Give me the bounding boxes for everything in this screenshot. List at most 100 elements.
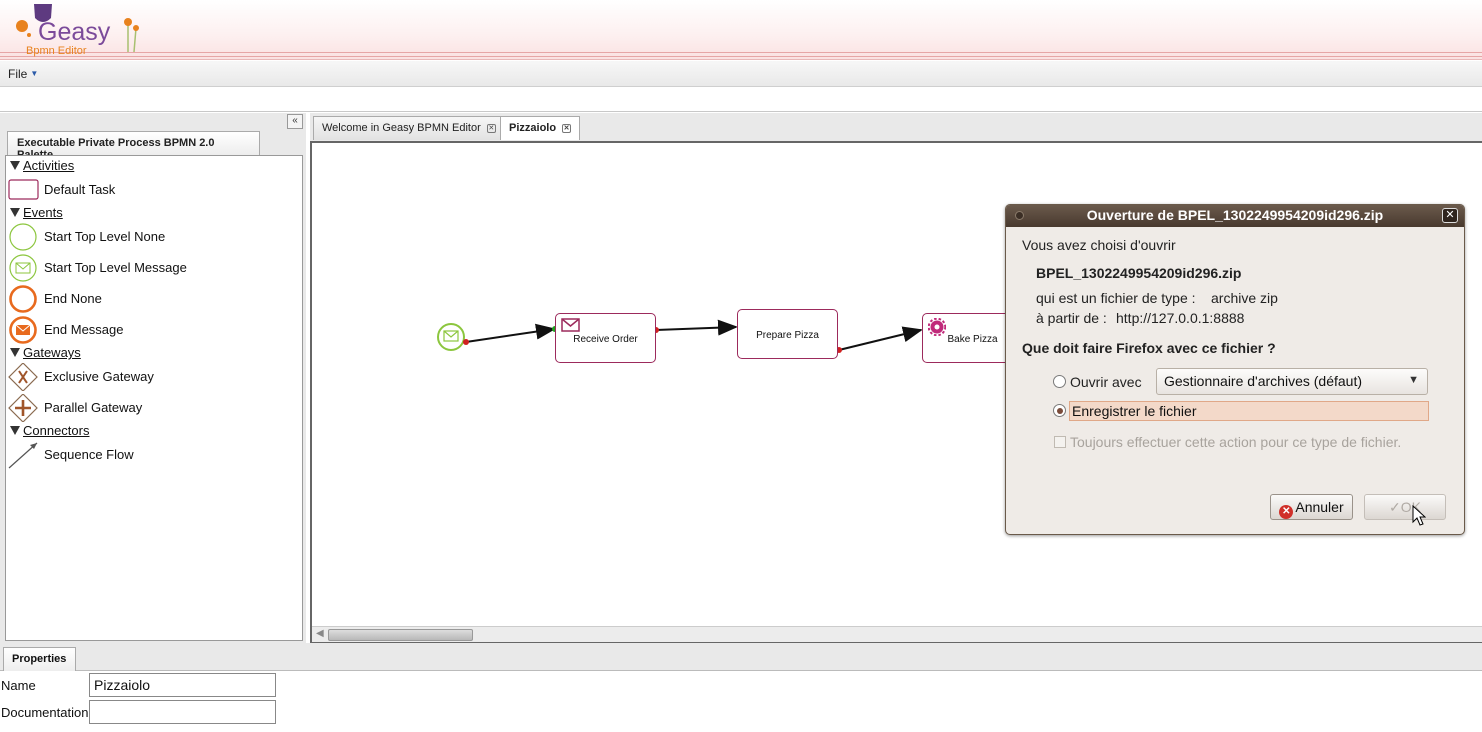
name-field[interactable]: [89, 673, 276, 697]
caret-down-icon: ▼: [30, 69, 39, 78]
app-header: Geasy Bpmn Editor: [0, 0, 1482, 60]
dialog-title-text: Ouverture de BPEL_1302249954209id296.zip: [1086, 207, 1384, 223]
properties-panel: Name Documentation: [0, 671, 1482, 732]
tab-label: Welcome in Geasy BPMN Editor: [322, 122, 481, 134]
palette-item-end-message[interactable]: End Message: [8, 316, 298, 344]
palette-item-label: End Message: [44, 322, 124, 337]
palette-item-label: Parallel Gateway: [44, 400, 143, 415]
header-rule: [0, 56, 1482, 57]
documentation-label: Documentation: [1, 705, 89, 720]
start-message-event-icon: [9, 254, 37, 282]
sequence-flow[interactable]: [465, 323, 556, 343]
file-source-label: à partir de :: [1036, 310, 1107, 326]
dialog-intro: Vous avez choisi d'ouvrir: [1022, 237, 1176, 253]
palette-item-end-none[interactable]: End None: [8, 285, 298, 313]
documentation-field[interactable]: [89, 700, 276, 724]
mouse-cursor-icon: [1412, 505, 1426, 526]
name-label: Name: [1, 678, 36, 693]
save-file-label: Enregistrer le fichier: [1072, 403, 1197, 419]
palette-item-start-message[interactable]: Start Top Level Message: [8, 254, 298, 282]
task-label: Receive Order: [573, 334, 638, 345]
check-icon: ✓: [1389, 499, 1401, 515]
close-icon[interactable]: ✕: [486, 124, 496, 133]
file-type-value: archive zip: [1211, 290, 1278, 306]
cancel-icon: ✕: [1279, 505, 1294, 519]
start-event-icon: [9, 223, 37, 251]
close-icon[interactable]: ✕: [562, 124, 572, 133]
sequence-flow-icon: [8, 442, 38, 469]
palette-panel: « Executable Private Process BPMN 2.0 Pa…: [0, 113, 306, 643]
parallel-gateway-icon: [8, 394, 38, 422]
end-event-icon: [9, 285, 37, 313]
dialog-filename: BPEL_1302249954209id296.zip: [1036, 265, 1242, 281]
cancel-label: Annuler: [1295, 499, 1344, 515]
palette-list: Activities Default Task Events Start Top…: [5, 155, 303, 641]
palette-item-label: Start Top Level None: [44, 229, 166, 244]
group-label: Events: [23, 205, 63, 220]
palette-group-connectors[interactable]: Connectors: [10, 423, 89, 438]
group-label: Connectors: [23, 423, 90, 438]
file-source-value: http://127.0.0.1:8888: [1116, 310, 1245, 326]
expand-triangle-icon: [10, 426, 20, 435]
svg-text:Geasy: Geasy: [38, 18, 111, 46]
task-label: Prepare Pizza: [756, 330, 819, 341]
palette-item-label: Exclusive Gateway: [44, 369, 154, 384]
menu-file[interactable]: File ▼: [8, 67, 38, 81]
ok-button[interactable]: ✓OK: [1364, 494, 1446, 520]
radio-open-with[interactable]: [1053, 375, 1066, 388]
palette-item-exclusive-gateway[interactable]: Exclusive Gateway: [8, 363, 298, 391]
palette-group-activities[interactable]: Activities: [10, 158, 74, 173]
window-menu-icon[interactable]: [1015, 211, 1024, 220]
open-with-label[interactable]: Ouvrir avec: [1070, 374, 1142, 390]
palette-item-label: Start Top Level Message: [44, 260, 187, 275]
task-icon: [8, 179, 39, 200]
end-message-event-icon: [9, 316, 37, 344]
start-message-event[interactable]: [437, 323, 465, 351]
file-type-label: qui est un fichier de type :: [1036, 290, 1196, 306]
message-icon: [561, 318, 580, 332]
palette-item-label: Sequence Flow: [44, 447, 134, 462]
scroll-left-icon[interactable]: ◀: [316, 628, 324, 639]
menu-file-label: File: [8, 67, 28, 81]
palette-item-start-none[interactable]: Start Top Level None: [8, 223, 298, 251]
toolbar: [0, 88, 1482, 112]
dialog-question: Que doit faire Firefox avec ce fichier ?: [1022, 340, 1276, 356]
palette-item-sequence-flow[interactable]: Sequence Flow: [8, 441, 298, 469]
save-file-option[interactable]: Enregistrer le fichier: [1069, 401, 1429, 421]
svg-text:Bpmn Editor: Bpmn Editor: [26, 45, 87, 57]
sequence-flow[interactable]: [838, 326, 923, 351]
chevron-down-icon: ▼: [1408, 374, 1419, 386]
double-chevron-left-icon[interactable]: «: [287, 114, 303, 129]
close-icon[interactable]: ✕: [1442, 208, 1458, 223]
palette-item-parallel-gateway[interactable]: Parallel Gateway: [8, 394, 298, 422]
task-prepare-pizza[interactable]: Prepare Pizza: [737, 309, 838, 359]
palette-tab[interactable]: Executable Private Process BPMN 2.0 Pale…: [7, 131, 260, 161]
always-checkbox[interactable]: [1054, 436, 1066, 448]
tab-pizzaiolo[interactable]: Pizzaiolo ✕: [500, 116, 581, 140]
application-select[interactable]: Gestionnaire d'archives (défaut) ▼: [1156, 368, 1428, 395]
expand-triangle-icon: [10, 348, 20, 357]
tab-label: Pizzaiolo: [509, 122, 557, 134]
properties-tabbar: Properties: [0, 643, 1482, 671]
scroll-thumb[interactable]: [328, 629, 473, 641]
dialog-title[interactable]: Ouverture de BPEL_1302249954209id296.zip: [1006, 205, 1464, 227]
application-select-value: Gestionnaire d'archives (défaut): [1164, 373, 1362, 389]
menubar: File ▼: [0, 61, 1482, 87]
task-receive-order[interactable]: Receive Order: [555, 313, 656, 363]
always-label: Toujours effectuer cette action pour ce …: [1070, 434, 1402, 450]
palette-item-label: Default Task: [44, 182, 116, 197]
radio-save-file[interactable]: [1053, 404, 1066, 417]
geasy-logo: Geasy Bpmn Editor: [16, 4, 139, 57]
header-rule: [0, 52, 1482, 53]
sequence-flow[interactable]: [655, 319, 738, 336]
expand-triangle-icon: [10, 208, 20, 217]
download-dialog: Ouverture de BPEL_1302249954209id296.zip…: [1005, 204, 1465, 535]
tab-properties[interactable]: Properties: [3, 647, 76, 671]
palette-group-events[interactable]: Events: [10, 205, 63, 220]
cancel-button[interactable]: ✕ Annuler: [1270, 494, 1353, 520]
tab-welcome[interactable]: Welcome in Geasy BPMN Editor ✕: [313, 116, 505, 140]
editor-tabbar: Welcome in Geasy BPMN Editor ✕ Pizzaiolo ✕: [310, 113, 1482, 141]
palette-item-default-task[interactable]: Default Task: [8, 176, 298, 204]
horizontal-scrollbar[interactable]: ◀: [312, 626, 1482, 642]
palette-group-gateways[interactable]: Gateways: [10, 345, 81, 360]
